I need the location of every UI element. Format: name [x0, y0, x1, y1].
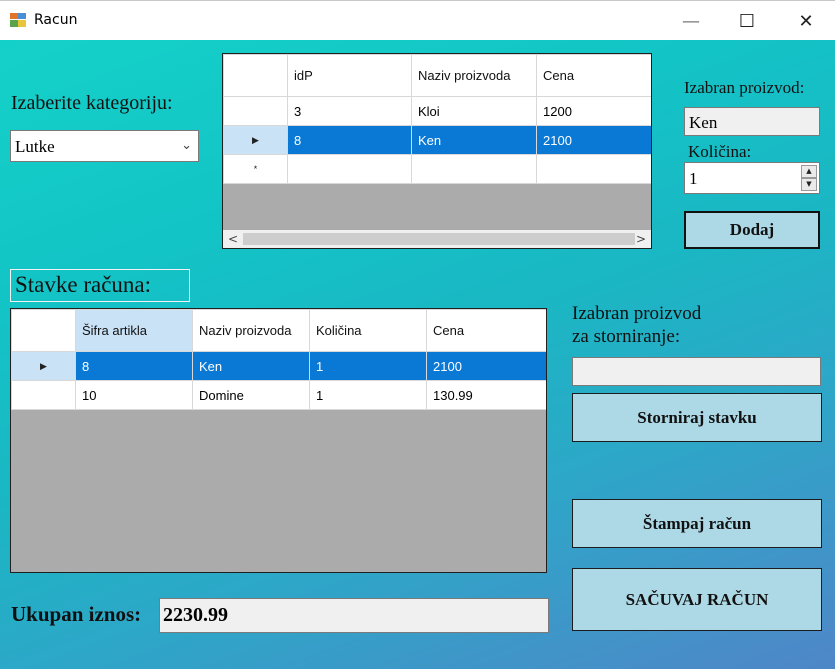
- column-header-idp[interactable]: idP: [287, 54, 412, 97]
- spin-buttons[interactable]: ▲ ▼: [801, 165, 817, 191]
- print-invoice-button[interactable]: Štampaj račun: [572, 499, 822, 548]
- selected-product-value: Ken: [689, 113, 718, 132]
- table-cell[interactable]: Domine: [192, 380, 310, 410]
- title-bar: Racun — ☐ ✕: [0, 0, 835, 40]
- total-field[interactable]: 2230.99: [159, 598, 549, 633]
- table-cell[interactable]: 2100: [536, 125, 651, 155]
- chevron-down-icon: ⌄: [181, 138, 192, 153]
- table-cell[interactable]: Ken: [411, 125, 537, 155]
- total-value: 2230.99: [163, 604, 228, 626]
- table-row-selected[interactable]: ▶ 8 Ken 1 2100: [11, 351, 546, 381]
- table-cell[interactable]: [287, 154, 412, 184]
- total-label: Ukupan iznos:: [11, 602, 142, 626]
- table-row[interactable]: 3 Kloi 1200: [223, 96, 651, 126]
- invoice-items-grid[interactable]: Šifra artikla Naziv proizvoda Količina C…: [10, 308, 547, 573]
- selected-product-label: Izabran proizvod:: [684, 78, 805, 97]
- row-header-corner: [11, 309, 76, 352]
- spin-down-icon[interactable]: ▼: [801, 178, 817, 191]
- table-cell[interactable]: 1: [309, 380, 427, 410]
- table-cell[interactable]: Kloi: [411, 96, 537, 126]
- window-title: Racun: [34, 12, 78, 28]
- quantity-label: Količina:: [688, 142, 752, 161]
- table-cell[interactable]: 10: [75, 380, 193, 410]
- category-label: Izaberite kategoriju:: [11, 92, 173, 114]
- category-combobox[interactable]: Lutke ⌄: [10, 130, 199, 162]
- table-cell[interactable]: 130.99: [426, 380, 546, 410]
- add-button[interactable]: Dodaj: [684, 211, 820, 249]
- column-header-cena[interactable]: Cena: [536, 54, 651, 97]
- quantity-value: 1: [689, 169, 698, 188]
- table-row[interactable]: 10 Domine 1 130.99: [11, 380, 546, 410]
- items-title: Stavke računa:: [10, 269, 190, 302]
- storno-label: Izabran proizvod za storniranje:: [572, 302, 701, 348]
- storno-label-line1: Izabran proizvod: [572, 303, 702, 324]
- table-row-selected[interactable]: ▶ 8 Ken 2100: [223, 125, 651, 155]
- new-row[interactable]: *: [223, 154, 651, 184]
- new-row-marker[interactable]: *: [223, 154, 288, 184]
- save-invoice-button[interactable]: SAČUVAJ RAČUN: [572, 568, 822, 631]
- table-cell[interactable]: [536, 154, 651, 184]
- table-cell[interactable]: Ken: [192, 351, 310, 381]
- row-header-corner: [223, 54, 288, 97]
- products-grid[interactable]: idP Naziv proizvoda Cena 3 Kloi 1200 ▶ 8…: [222, 53, 652, 249]
- app-icon: [10, 13, 26, 27]
- column-header-kolicina[interactable]: Količina: [309, 309, 427, 352]
- maximize-button[interactable]: ☐: [724, 1, 770, 41]
- quantity-stepper[interactable]: 1 ▲ ▼: [684, 162, 820, 194]
- column-header-cena[interactable]: Cena: [426, 309, 546, 352]
- minimize-button[interactable]: —: [668, 1, 714, 41]
- form-client-area: Izaberite kategoriju: Lutke ⌄ idP Naziv …: [0, 40, 835, 669]
- row-header[interactable]: [223, 96, 288, 126]
- storno-button[interactable]: Storniraj stavku: [572, 393, 822, 442]
- table-cell[interactable]: 3: [287, 96, 412, 126]
- row-header[interactable]: [11, 380, 76, 410]
- column-header-sifra[interactable]: Šifra artikla: [75, 309, 193, 352]
- storno-product-field[interactable]: [572, 357, 821, 386]
- table-cell[interactable]: [411, 154, 537, 184]
- row-header[interactable]: ▶: [223, 125, 288, 155]
- column-header-naziv[interactable]: Naziv proizvoda: [411, 54, 537, 97]
- table-cell[interactable]: 8: [75, 351, 193, 381]
- items-header-row: Šifra artikla Naziv proizvoda Količina C…: [11, 309, 546, 352]
- table-cell[interactable]: 8: [287, 125, 412, 155]
- table-cell[interactable]: 1: [309, 351, 427, 381]
- close-button[interactable]: ✕: [783, 1, 829, 41]
- table-cell[interactable]: 2100: [426, 351, 546, 381]
- horizontal-scrollbar[interactable]: < >: [223, 230, 651, 248]
- scroll-right-icon[interactable]: >: [636, 232, 646, 246]
- category-selected: Lutke: [15, 137, 55, 156]
- scroll-thumb[interactable]: [243, 233, 635, 245]
- table-cell[interactable]: 1200: [536, 96, 651, 126]
- column-header-naziv[interactable]: Naziv proizvoda: [192, 309, 310, 352]
- selected-product-field[interactable]: Ken: [684, 107, 820, 136]
- storno-label-line2: za storniranje:: [572, 326, 681, 347]
- row-header[interactable]: ▶: [11, 351, 76, 381]
- spin-up-icon[interactable]: ▲: [801, 165, 817, 178]
- products-header-row: idP Naziv proizvoda Cena: [223, 54, 651, 97]
- scroll-left-icon[interactable]: <: [228, 232, 238, 246]
